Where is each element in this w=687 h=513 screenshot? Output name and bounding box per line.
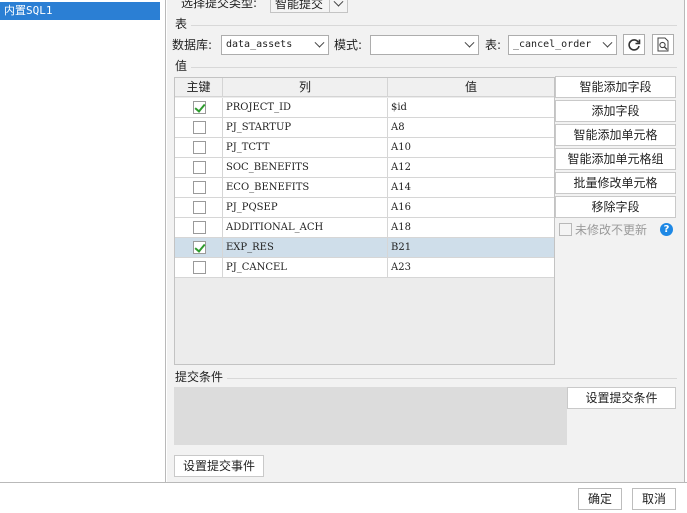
primary-key-cell [175,258,223,277]
primary-key-checkbox[interactable] [193,121,206,134]
table-value: _cancel_order [513,39,592,50]
primary-key-checkbox[interactable] [193,201,206,214]
primary-key-checkbox[interactable] [193,161,206,174]
sql-list-panel: 内置SQL1 [0,0,166,482]
value-cell[interactable]: B21 [388,238,554,257]
add-field-button[interactable]: 添加字段 [555,100,676,122]
submit-config-panel: 选择提交类型: 智能提交 表 数据库: data_assets 模式: 表: _… [167,0,685,482]
chevron-down-icon [310,36,328,54]
chevron-down-icon [329,0,347,12]
primary-key-checkbox[interactable] [193,221,206,234]
smart-add-cell-group-button[interactable]: 智能添加单元格组 [555,148,676,170]
table-header: 主键 列 值 [175,78,554,97]
column-name-cell[interactable]: PROJECT_ID [223,98,388,117]
schema-select[interactable] [370,35,479,55]
ok-button[interactable]: 确定 [578,488,622,510]
smart-add-cell-button[interactable]: 智能添加单元格 [555,124,676,146]
database-label: 数据库: [172,38,213,52]
submit-settings-dialog: 内置SQL1 选择提交类型: 智能提交 表 数据库: data_assets 模… [0,0,687,513]
column-name-cell[interactable]: PJ_TCTT [223,138,388,157]
primary-key-cell [175,98,223,117]
schema-label: 模式: [334,38,363,52]
column-name-cell[interactable]: ECO_BENEFITS [223,178,388,197]
chevron-down-icon [598,36,616,54]
value-cell[interactable]: A18 [388,218,554,237]
primary-key-cell [175,138,223,157]
column-name-cell[interactable]: PJ_PQSEP [223,198,388,217]
primary-key-cell [175,118,223,137]
table-section-title: 表 [175,17,188,31]
submit-type-label: 选择提交类型: [181,0,258,10]
table-label: 表: [485,38,502,52]
table-row[interactable]: PJ_CANCEL A23 [175,258,554,278]
column-name-cell[interactable]: PJ_STARTUP [223,118,388,137]
primary-key-checkbox[interactable] [193,241,206,254]
sql-list-item-selected[interactable]: 内置SQL1 [0,2,160,20]
no-update-label: 未修改不更新 [575,223,648,237]
table-section-divider [191,25,677,26]
primary-key-cell [175,178,223,197]
chevron-down-icon [460,36,478,54]
submit-type-select[interactable]: 智能提交 [270,0,348,13]
primary-key-checkbox[interactable] [193,141,206,154]
table-row[interactable]: EXP_RES B21 [175,238,554,258]
no-update-checkbox[interactable] [559,223,572,236]
field-mapping-table: 主键 列 值 PROJECT_ID $id PJ_STARTUP A8 PJ_TCTT A… [174,77,555,365]
primary-key-cell [175,218,223,237]
column-name-cell[interactable]: EXP_RES [223,238,388,257]
preview-button[interactable] [652,34,674,55]
table-row[interactable]: PJ_PQSEP A16 [175,198,554,218]
primary-key-checkbox[interactable] [193,101,206,114]
table-row[interactable]: ADDITIONAL_ACH A18 [175,218,554,238]
value-cell[interactable]: A14 [388,178,554,197]
table-row[interactable]: ECO_BENEFITS A14 [175,178,554,198]
refresh-button[interactable] [623,34,645,55]
help-icon[interactable]: ? [660,223,673,236]
value-section-divider [191,67,677,68]
value-cell[interactable]: A8 [388,118,554,137]
primary-key-cell [175,158,223,177]
condition-section-divider [227,378,677,379]
primary-key-cell [175,238,223,257]
submit-type-value: 智能提交 [275,0,324,11]
set-event-button[interactable]: 设置提交事件 [174,455,264,477]
database-value: data_assets [226,39,293,50]
preview-icon [657,37,669,52]
value-section-title: 值 [175,59,188,73]
value-cell[interactable]: A16 [388,198,554,217]
table-row[interactable]: PJ_TCTT A10 [175,138,554,158]
smart-add-field-button[interactable]: 智能添加字段 [555,76,676,98]
database-select[interactable]: data_assets [221,35,329,55]
value-cell[interactable]: A10 [388,138,554,157]
primary-key-checkbox[interactable] [193,261,206,274]
batch-edit-cells-button[interactable]: 批量修改单元格 [555,172,676,194]
value-cell[interactable]: A12 [388,158,554,177]
value-cell[interactable]: A23 [388,258,554,277]
column-header-value[interactable]: 值 [388,78,554,97]
column-name-cell[interactable]: ADDITIONAL_ACH [223,218,388,237]
value-cell[interactable]: $id [388,98,554,117]
set-condition-button[interactable]: 设置提交条件 [567,387,676,409]
column-name-cell[interactable]: SOC_BENEFITS [223,158,388,177]
refresh-icon [628,38,641,51]
table-select[interactable]: _cancel_order [508,35,617,55]
table-row[interactable]: PROJECT_ID $id [175,98,554,118]
cancel-button[interactable]: 取消 [632,488,676,510]
primary-key-cell [175,198,223,217]
table-row[interactable]: SOC_BENEFITS A12 [175,158,554,178]
table-row[interactable]: PJ_STARTUP A8 [175,118,554,138]
primary-key-checkbox[interactable] [193,181,206,194]
remove-field-button[interactable]: 移除字段 [555,196,676,218]
column-header-key[interactable]: 主键 [175,78,223,97]
condition-text-area[interactable] [174,387,567,445]
column-header-column[interactable]: 列 [223,78,388,97]
column-name-cell[interactable]: PJ_CANCEL [223,258,388,277]
dialog-footer: 确定 取消 [0,482,687,513]
condition-section-title: 提交条件 [175,370,224,384]
